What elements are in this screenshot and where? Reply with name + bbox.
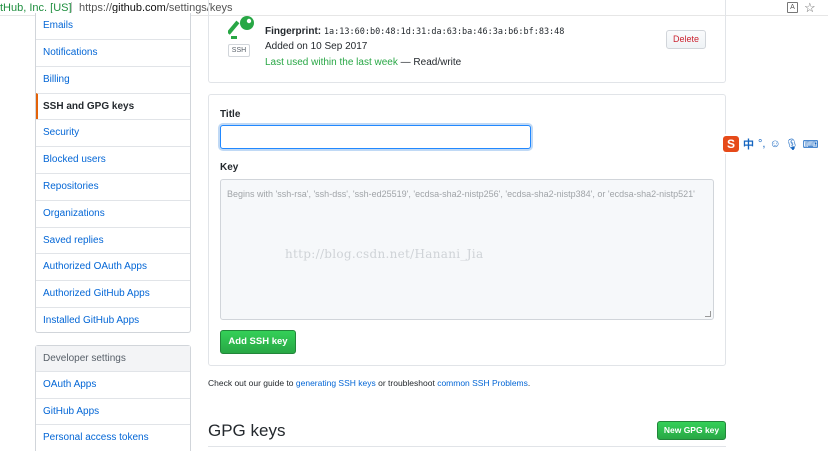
menu-item-security[interactable]: Security <box>36 119 190 146</box>
key-label: Key <box>220 162 239 173</box>
common-ssh-problems-link[interactable]: common SSH Problems <box>437 378 528 388</box>
settings-menu: Emails Notifications Billing SSH and GPG ke… <box>35 13 191 333</box>
key-added-date: Added on 10 Sep 2017 <box>265 41 368 52</box>
menu-item-organizations[interactable]: Organizations <box>36 199 190 227</box>
add-ssh-key-form: Title Key Begins with 'ssh-rsa', 'ssh-ds… <box>208 94 726 366</box>
ssh-badge: SSH <box>228 44 250 57</box>
menu-item-notifications[interactable]: Notifications <box>36 39 190 66</box>
key-icon <box>228 16 254 39</box>
key-access: — Read/write <box>397 57 462 68</box>
generating-ssh-keys-link[interactable]: generating SSH keys <box>296 378 376 388</box>
menu-item-billing[interactable]: Billing <box>36 65 190 93</box>
resize-handle[interactable] <box>705 311 711 317</box>
address-separator: | <box>70 1 73 13</box>
title-input[interactable] <box>220 125 531 149</box>
guide-suffix: . <box>527 378 531 388</box>
ime-chinese-mode[interactable]: 中 <box>743 136 754 152</box>
title-label: Title <box>220 109 241 120</box>
dev-item-personal-access-tokens[interactable]: Personal access tokens <box>36 425 190 451</box>
key-placeholder: Begins with 'ssh-rsa', 'ssh-dss', 'ssh-e… <box>227 189 695 199</box>
menu-item-saved-replies[interactable]: Saved replies <box>36 226 190 254</box>
guide-prefix: Check out our guide to <box>208 378 296 388</box>
developer-settings-menu: Developer settings OAuth Apps GitHub Apps… <box>35 345 191 451</box>
ime-keyboard-icon[interactable]: ⌨ <box>803 138 819 151</box>
developer-settings-header: Developer settings <box>36 346 190 372</box>
ssh-guide-text: Check out our guide to generating SSH ke… <box>208 378 530 388</box>
key-last-used: Last used within the last week — Read/wr… <box>265 57 461 68</box>
ime-emoji-icon[interactable]: ☺ <box>769 138 780 150</box>
last-used-text: Last used within the last week <box>265 57 398 68</box>
menu-item-blocked-users[interactable]: Blocked users <box>36 146 190 173</box>
fingerprint-label: Fingerprint: <box>265 26 322 37</box>
translate-icon[interactable]: A <box>787 2 798 13</box>
guide-middle: or troubleshoot <box>375 378 438 388</box>
ime-punctuation-icon[interactable]: °, <box>758 138 765 150</box>
fingerprint: Fingerprint: 1a:13:60:b0:48:1d:31:da:63:… <box>265 26 564 37</box>
bookmark-star-icon[interactable]: ☆ <box>804 0 816 16</box>
menu-item-ssh-and-gpg-keys[interactable]: SSH and GPG keys <box>36 92 190 120</box>
delete-key-button[interactable]: Delete <box>666 30 706 49</box>
add-ssh-key-button[interactable]: Add SSH key <box>220 330 296 354</box>
watermark: http://blog.csdn.net/Hanani_Jia <box>285 247 484 261</box>
ime-toolbar[interactable]: S 中 °, ☺ 🎙 ⌨ <box>721 134 828 154</box>
ime-microphone-icon[interactable]: 🎙 <box>785 138 799 151</box>
dev-item-github-apps[interactable]: GitHub Apps <box>36 399 190 426</box>
gpg-divider <box>208 446 726 447</box>
ssh-key-item: SSH Fingerprint: 1a:13:60:b0:48:1d:31:da… <box>208 0 726 83</box>
menu-item-authorized-github-apps[interactable]: Authorized GitHub Apps <box>36 280 190 307</box>
menu-item-authorized-oauth-apps[interactable]: Authorized OAuth Apps <box>36 253 190 280</box>
new-gpg-key-button[interactable]: New GPG key <box>657 421 726 440</box>
fingerprint-value: 1a:13:60:b0:48:1d:31:da:63:ba:46:3a:b6:b… <box>323 27 565 37</box>
dev-item-oauth-apps[interactable]: OAuth Apps <box>36 372 190 399</box>
menu-item-repositories[interactable]: Repositories <box>36 172 190 200</box>
gpg-keys-title: GPG keys <box>208 421 286 440</box>
menu-item-installed-github-apps[interactable]: Installed GitHub Apps <box>36 306 190 334</box>
ime-logo-icon[interactable]: S <box>723 136 739 152</box>
menu-item-emails[interactable]: Emails <box>36 13 190 39</box>
